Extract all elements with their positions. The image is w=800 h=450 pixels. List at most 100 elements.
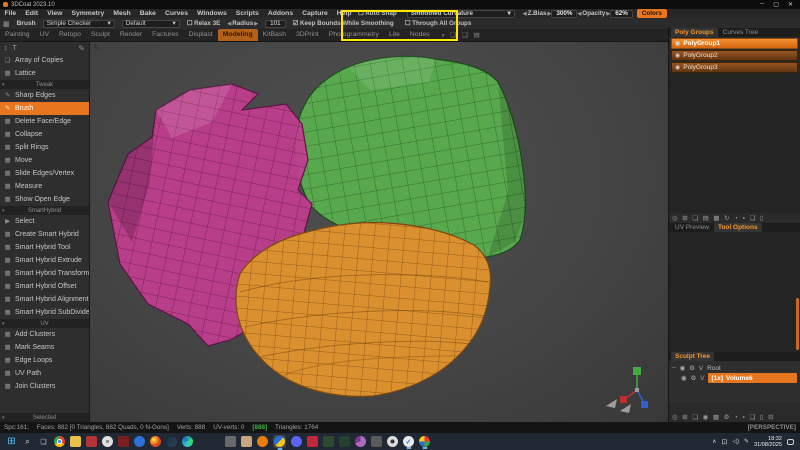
section-tweak[interactable]: ▾Tweak (0, 80, 89, 89)
tab-tool-options[interactable]: Tool Options (714, 223, 762, 232)
menu-help[interactable]: Help (332, 10, 356, 17)
menu-scripts[interactable]: Scripts (231, 10, 263, 17)
sidebar-item-uv-path[interactable]: ▦UV Path (0, 367, 89, 380)
sidebar-item-edge-loops[interactable]: ▦Edge Loops (0, 354, 89, 367)
menu-file[interactable]: File (0, 10, 21, 17)
sidebar-item-add-clusters[interactable]: ▦Add Clusters (0, 328, 89, 341)
menu-addons[interactable]: Addons (263, 10, 297, 17)
keep-bounds-checkbox[interactable]: ☑ Keep Bounds While Smoothing (293, 20, 394, 27)
sidebar-item-split-rings[interactable]: ▦Split Rings (0, 141, 89, 154)
zbias-value[interactable]: 300% (551, 10, 577, 18)
tab-uv-preview[interactable]: UV Preview (671, 223, 713, 232)
tray-clock[interactable]: 18:32 31/08/2025 (754, 436, 782, 448)
text-tool-icon[interactable]: T (13, 45, 17, 52)
taskbar-icon-ds-app[interactable] (339, 436, 350, 447)
sidebar-item-collapse[interactable]: ▦Collapse (0, 128, 89, 141)
opacity-stepper[interactable]: ◀Opacity▶ (577, 10, 610, 17)
taskbar-icon-discord[interactable] (291, 436, 302, 447)
mesh-orange[interactable] (236, 222, 490, 396)
taskbar-icon-firefox[interactable] (150, 436, 161, 447)
tree-row-icons[interactable]: − ◉ ⚙ V (672, 364, 704, 372)
sidebar-item-measure[interactable]: ▦Measure (0, 180, 89, 193)
polygroup-row-2[interactable]: ◉PolyGroup2 (671, 50, 798, 61)
tree-row-icons[interactable]: ◉ ⚙ V (681, 374, 705, 382)
taskbar-icon-blue-app[interactable] (134, 436, 145, 447)
sidebar-item-smart-hybrid-extrude[interactable]: ▦Smart Hybrid Extrude (0, 254, 89, 267)
taskbar-icon-pt-app[interactable] (323, 436, 334, 447)
taskbar-icon-gray-app[interactable] (371, 436, 382, 447)
sidebar-item-lattice[interactable]: ▦Lattice (0, 67, 89, 80)
tab-render[interactable]: Render (115, 29, 147, 41)
tab-nodes[interactable]: Nodes (405, 29, 435, 41)
tab-lite[interactable]: Lite (384, 29, 405, 41)
polygroup-row-1[interactable]: ◉PolyGroup1 (671, 38, 798, 49)
tab-displast[interactable]: Displast (184, 29, 218, 41)
taskbar-icon-colors-wrap[interactable] (419, 436, 430, 447)
section-smarthybrid[interactable]: ▾SmartHybrid (0, 206, 89, 215)
taskbar-icon-badge[interactable] (102, 436, 113, 447)
tray-chevron-up-icon[interactable]: ∧ (712, 438, 716, 445)
viewport-3d[interactable]: ✎ (90, 42, 668, 422)
sidebar-item-move[interactable]: ▦Move (0, 154, 89, 167)
viewport-nav-arrows[interactable] (606, 399, 631, 413)
tab-3dprint[interactable]: 3DPrint (291, 29, 324, 41)
tab-sculpt[interactable]: Sculpt (86, 29, 115, 41)
sidebar-item-array-of-copies[interactable]: ❏Array of Copies (0, 54, 89, 67)
tab-uv[interactable]: UV (35, 29, 54, 41)
menu-curves[interactable]: Curves (160, 10, 192, 17)
sidebar-item-slide-edges[interactable]: ▦Slide Edges/Vertex (0, 167, 89, 180)
taskbar-icon-steam[interactable] (166, 436, 177, 447)
maximize-button[interactable]: ▢ (773, 1, 779, 8)
colors-button[interactable]: Colors (637, 9, 667, 18)
taskbar-icon-files[interactable] (70, 436, 81, 447)
sidebar-item-create-smart-hybrid[interactable]: ▦Create Smart Hybrid (0, 228, 89, 241)
tabrow-icons[interactable]: ◑ ❏ ❏ ▤ (441, 31, 482, 41)
taskbar-icon-character-app[interactable] (241, 436, 252, 447)
minimize-button[interactable]: ─ (760, 1, 764, 8)
sidebar-item-mark-seams[interactable]: ▦Mark Seams (0, 341, 89, 354)
tree-row-root[interactable]: − ◉ ⚙ V Root (669, 363, 800, 373)
sculpt-tree-icon-row[interactable]: ◎ ⊞ ❏ ◉ ▦ ⚙ ◔ ▪ ❏ ▯ ⊟ (669, 412, 800, 422)
start-button-icon[interactable]: ⊞ (6, 436, 17, 447)
menu-bake[interactable]: Bake (135, 10, 160, 17)
opacity-value[interactable]: 62% (610, 10, 633, 18)
close-button[interactable]: ✕ (788, 1, 793, 8)
sidebar-item-delete-face-edge[interactable]: ▦Delete Face/Edge (0, 115, 89, 128)
relax-checkbox[interactable]: ☐ Relax 3E (187, 20, 221, 27)
menu-view[interactable]: View (43, 10, 67, 17)
sidebar-item-smart-hybrid-transform[interactable]: ▦Smart Hybrid Transform (0, 267, 89, 280)
tray-pen-icon[interactable]: ✎ (744, 438, 749, 445)
volume6-selected-bar[interactable]: [1x] Volume6 (708, 373, 797, 383)
tray-display-icon[interactable]: ⊡ (721, 438, 727, 446)
sidebar-item-brush[interactable]: ✎Brush (0, 102, 89, 115)
task-view-icon[interactable]: ❏ (38, 436, 49, 447)
zbias-stepper[interactable]: ◀Z.Bias▶ (523, 10, 552, 17)
menu-capture[interactable]: Capture (298, 10, 333, 17)
taskbar-icon-3dcoat[interactable] (274, 436, 285, 447)
curvature-dropdown[interactable]: Smoothed Curvature▾ (407, 10, 515, 18)
tab-poly-groups[interactable]: Poly Groups (671, 28, 718, 37)
tab-sculpt-tree[interactable]: Sculpt Tree (671, 352, 714, 361)
polygroups-icon-row[interactable]: ◎ ⊞ ❏ ▤ ▦ ↻ ◔ ▪ ❏ ▯ (669, 213, 800, 223)
radius-stepper[interactable]: ◀Radius▶ (227, 20, 258, 27)
sidebar-item-smart-hybrid-tool[interactable]: ▦Smart Hybrid Tool (0, 241, 89, 254)
tray-volume-icon[interactable]: ◁) (732, 438, 739, 445)
menu-windows[interactable]: Windows (192, 10, 231, 17)
taskbar-icon-blender[interactable] (257, 436, 268, 447)
tab-painting[interactable]: Painting (0, 29, 35, 41)
taskbar-icon-check-app[interactable]: ✓ (403, 436, 414, 447)
taskbar-icon-chrome[interactable] (54, 436, 65, 447)
section-uv[interactable]: ▾UV (0, 319, 89, 328)
taskbar-icon-camera[interactable] (387, 436, 398, 447)
taskbar-icon-notes[interactable] (225, 436, 236, 447)
search-icon[interactable]: ⌕ (22, 436, 33, 447)
taskbar-icon-colors-app[interactable] (419, 436, 430, 447)
axis-gizmo[interactable] (620, 367, 648, 408)
eye-icon[interactable]: ◉ (675, 64, 680, 71)
radius-value[interactable]: 101 (265, 20, 286, 28)
through-all-groups-checkbox[interactable]: ☐ Through All Groups (405, 20, 472, 27)
sidebar-item-select[interactable]: ▶Select (0, 215, 89, 228)
taskbar-icon-marmoset[interactable] (307, 436, 318, 447)
taskbar-icon-3dcoat-active[interactable] (273, 435, 286, 448)
eye-icon[interactable]: ◉ (675, 52, 680, 59)
